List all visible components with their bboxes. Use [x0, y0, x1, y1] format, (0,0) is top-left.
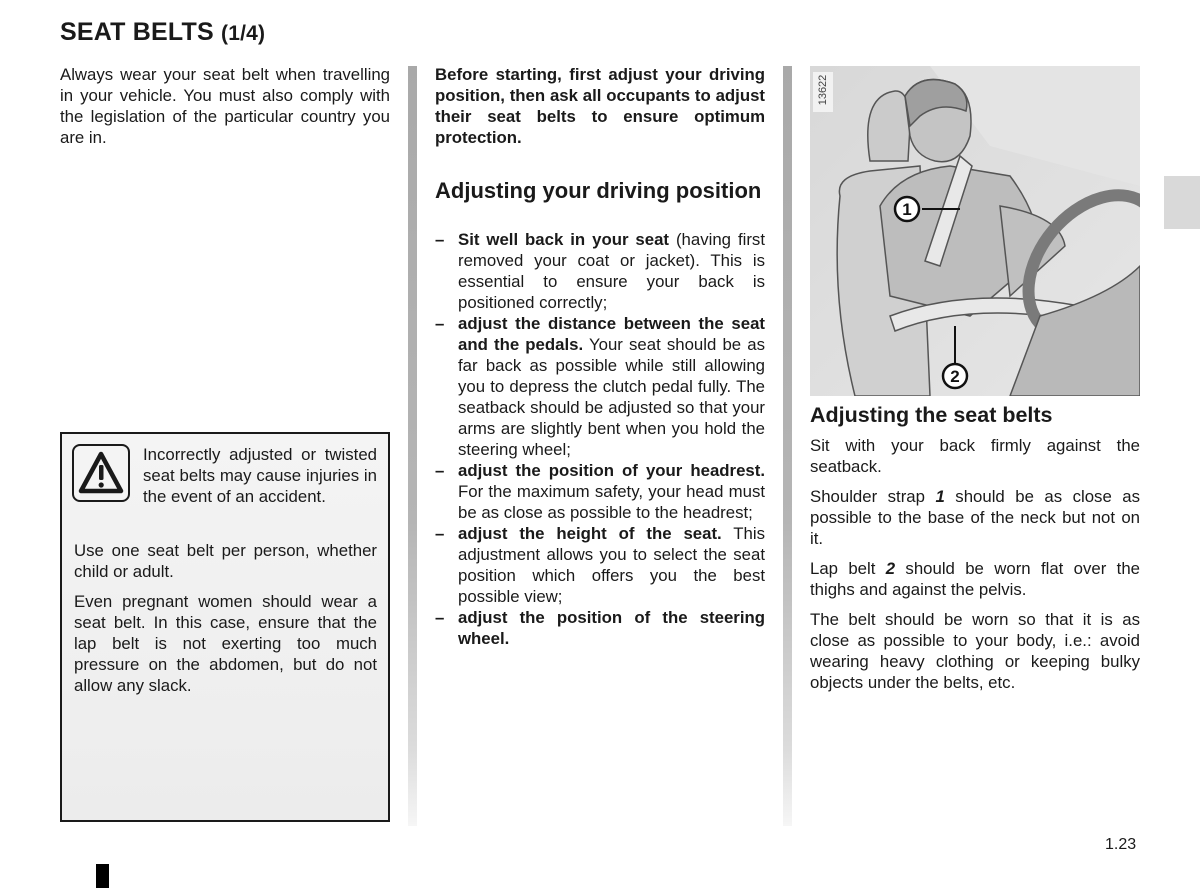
item-bold: adjust the position of the steering whee… [458, 608, 765, 648]
figure-number: 13622 [813, 72, 833, 112]
callout-2-label: 2 [950, 367, 959, 386]
item-bold: Sit well back in your seat [458, 230, 670, 249]
list-item: – adjust the position of your headrest. F… [435, 460, 765, 523]
list-item: – adjust the distance between the seat an… [435, 313, 765, 460]
figure-number-text: 13622 [817, 74, 829, 106]
list-item: – adjust the height of the seat. This adj… [435, 523, 765, 607]
paragraph-shoulder-strap: Shoulder strap 1 should be as close as p… [810, 486, 1140, 549]
item-bold: adjust the height of the seat. [458, 524, 722, 543]
item-bold: adjust the position of your headrest. [458, 461, 765, 480]
callout-ref: 1 [935, 487, 945, 506]
text: Shoulder strap [810, 487, 936, 506]
page-number: 1.23 [1105, 836, 1137, 853]
item-text: For the maximum safety, your head must b… [458, 482, 765, 522]
column-divider [408, 66, 417, 826]
paragraph: The belt should be worn so that it is as… [810, 610, 1140, 692]
dash-bullet: – [435, 524, 445, 543]
list-item: – Sit well back in your seat (having firs… [435, 229, 765, 313]
dash-bullet: – [435, 461, 445, 480]
list-item: – adjust the position of the steering whe… [435, 607, 765, 649]
dash-bullet: – [435, 230, 445, 249]
seat-belt-illustration: 1 2 [810, 66, 1140, 396]
driver-drawing: 1 2 [810, 66, 1140, 396]
adjustment-list: – Sit well back in your seat (having firs… [435, 229, 765, 649]
warning-text: Incorrectly adjusted or twisted seat bel… [143, 445, 377, 506]
section-heading-seat-belts: Adjusting the seat belts [810, 403, 1053, 427]
intro-paragraph: Always wear your seat belt when travelli… [60, 65, 390, 147]
warning-text: Even pregnant women should wear a seat b… [74, 592, 377, 695]
text: Lap belt [810, 559, 886, 578]
warning-triangle-icon [72, 444, 130, 502]
paragraph: Sit with your back firmly against the se… [810, 436, 1140, 476]
callout-1-label: 1 [902, 200, 911, 219]
warning-text: Use one seat belt per person, whether ch… [74, 541, 377, 581]
column-3: Sit with your back firmly against the se… [810, 435, 1140, 702]
column-divider [783, 66, 792, 826]
dash-bullet: – [435, 608, 445, 627]
print-mark [96, 864, 109, 888]
paragraph-lap-belt: Lap belt 2 should be worn flat over the … [810, 558, 1140, 600]
dash-bullet: – [435, 314, 445, 333]
section-heading-driving-position: Adjusting your driving position [435, 178, 762, 203]
column-2: Before starting, first adjust your drivi… [435, 64, 765, 157]
page-title: SEAT BELTS (1/4) [60, 18, 265, 47]
column-1: Always wear your seat belt when travelli… [60, 64, 390, 157]
intro-bold-paragraph: Before starting, first adjust your drivi… [435, 65, 765, 147]
title-main: SEAT BELTS [60, 18, 214, 46]
warning-box: Incorrectly adjusted or twisted seat bel… [60, 432, 390, 822]
section-tab-marker [1164, 176, 1200, 229]
callout-ref: 2 [885, 559, 896, 578]
title-part: (1/4) [221, 22, 266, 45]
